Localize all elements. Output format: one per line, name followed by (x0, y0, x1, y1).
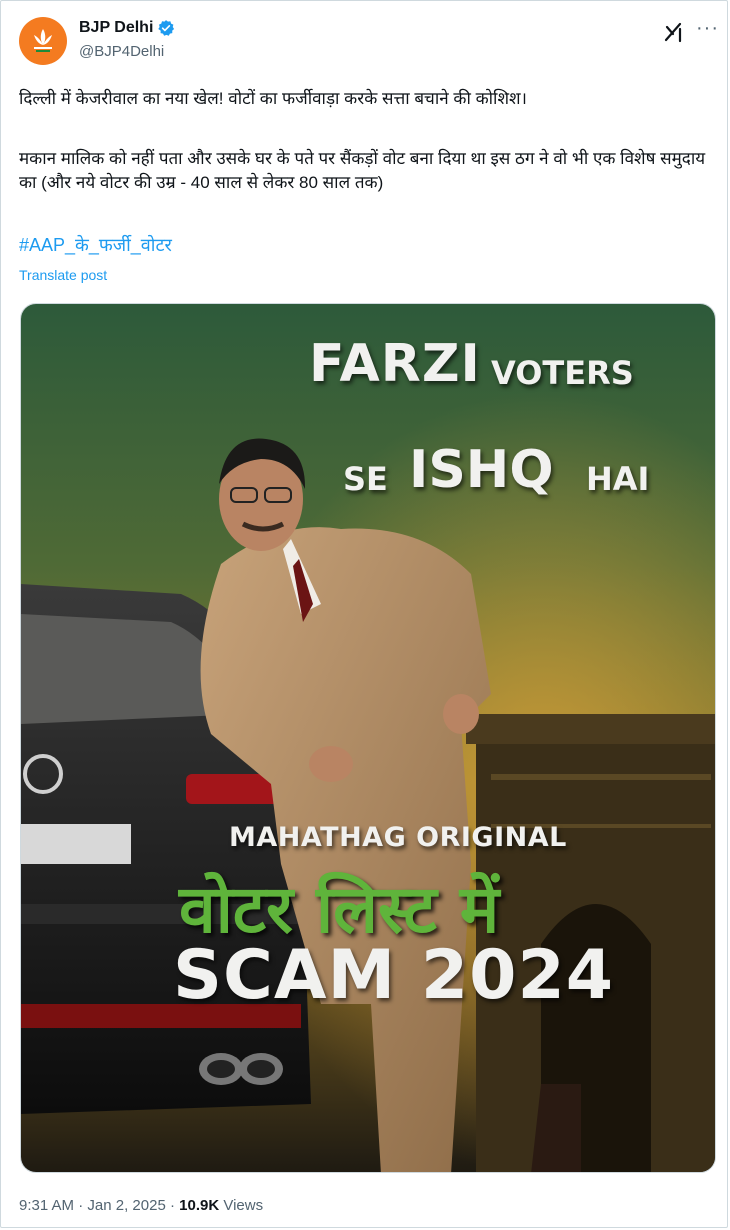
views-label: Views (219, 1197, 264, 1214)
post-paragraph-2: मकान मालिक को नहीं पता और उसके घर के पते… (19, 149, 706, 192)
post-header: BJP Delhi @BJP4Delhi ··· (19, 15, 719, 71)
grok-icon[interactable] (663, 21, 685, 43)
bjp-lotus-icon (34, 29, 52, 52)
avatar[interactable] (19, 17, 67, 65)
post-card: BJP Delhi @BJP4Delhi ··· दिल्ली में केजर… (0, 0, 728, 1228)
hashtag-link[interactable]: #AAP_के_फर्जी_वोटर (19, 233, 172, 257)
post-image[interactable]: FARZI VOTERS SE ISHQ HAI MAHATHAG ORIGIN… (20, 303, 716, 1173)
translate-post-link[interactable]: Translate post (19, 267, 107, 283)
poster-subtitle: MAHATHAG ORIGINAL (229, 822, 567, 853)
post-time[interactable]: 9:31 AM (19, 1197, 74, 1214)
poster-artwork (21, 304, 715, 1172)
poster-headline-hai: HAI (586, 460, 650, 498)
author-name[interactable]: BJP Delhi (79, 19, 153, 37)
poster-headline-farzi: FARZI (309, 334, 481, 394)
poster-scam-title: SCAM 2024 (173, 936, 615, 1015)
poster-headline-ishq: ISHQ (409, 440, 554, 500)
views-count: 10.9K (179, 1197, 220, 1214)
verified-badge-icon (158, 20, 175, 36)
meta-separator: · (165, 1197, 180, 1214)
author-name-row: BJP Delhi (79, 19, 175, 37)
poster-headline-se: SE (343, 460, 388, 498)
author-handle[interactable]: @BJP4Delhi (79, 43, 164, 60)
post-meta: 9:31 AM · Jan 2, 2025 · 10.9K Views (19, 1197, 263, 1214)
meta-separator: · (74, 1197, 88, 1214)
post-date[interactable]: Jan 2, 2025 (87, 1197, 165, 1214)
post-paragraph-1: दिल्ली में केजरीवाल का नया खेल! वोटों का… (19, 89, 528, 108)
more-options-button[interactable]: ··· (696, 17, 719, 40)
poster-headline-voters: VOTERS (491, 354, 634, 392)
